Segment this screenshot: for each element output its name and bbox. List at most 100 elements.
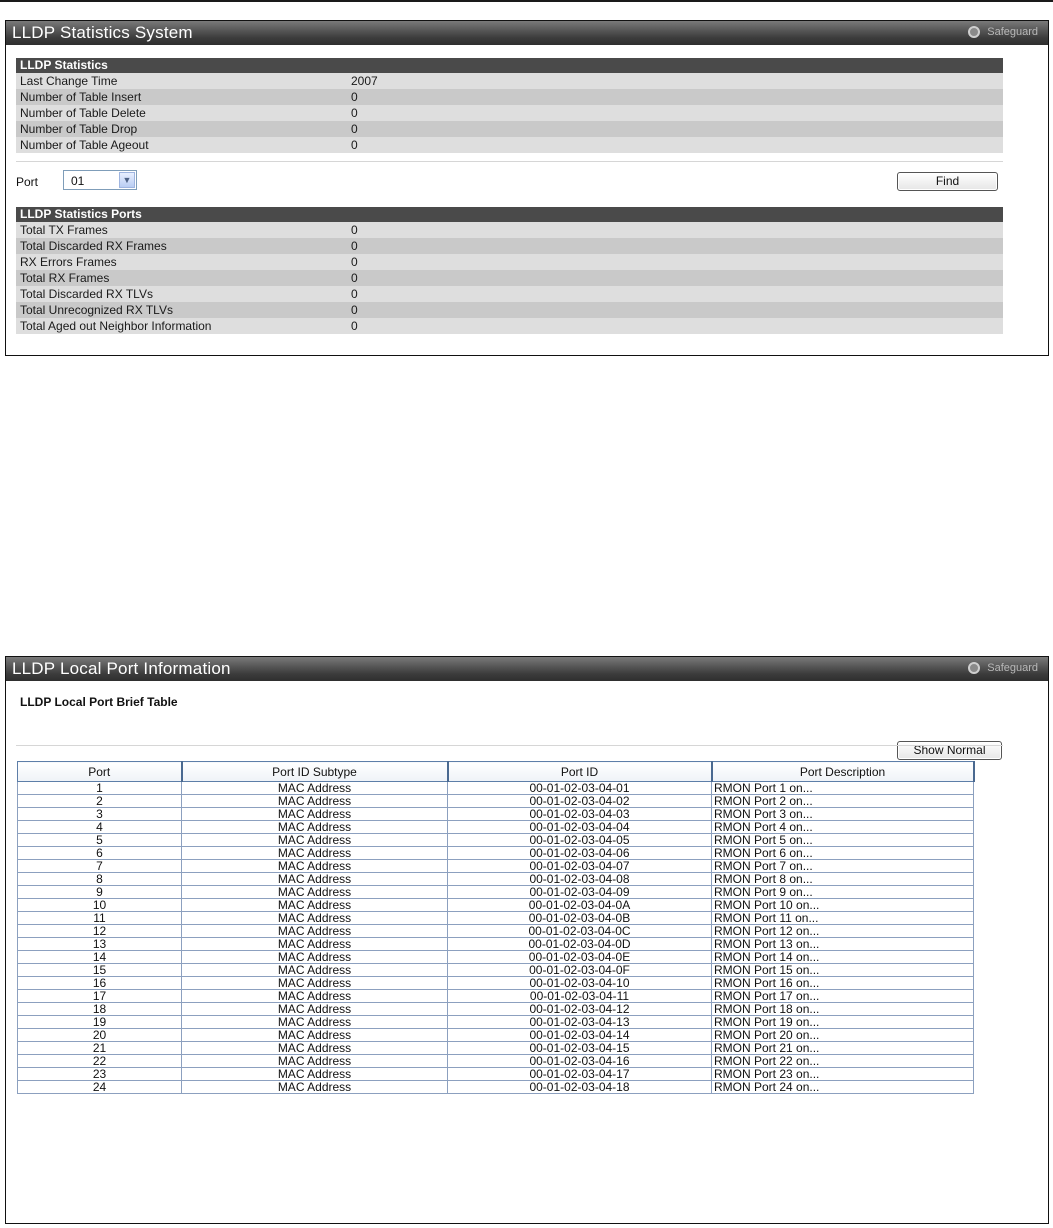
cell-port: 18 [17,1002,182,1016]
cell-port-description: RMON Port 2 on... [711,794,974,808]
cell-port-id: 00-01-02-03-04-0C [447,924,712,938]
cell-port-description: RMON Port 15 on... [711,963,974,977]
cell-port: 17 [17,989,182,1003]
cell-port-id-subtype: MAC Address [181,885,448,899]
cell-port-id: 00-01-02-03-04-12 [447,1002,712,1016]
cell-port: 10 [17,898,182,912]
lldp-statistics-header: LLDP Statistics [16,58,1003,73]
cell-port-id: 00-01-02-03-04-11 [447,989,712,1003]
port-stat-value: 0 [351,287,358,301]
table-row: 22 MAC Address 00-01-02-03-04-16 RMON Port … [17,1054,974,1068]
cell-port: 19 [17,1015,182,1029]
cell-port-id-subtype: MAC Address [181,898,448,912]
cell-port-id-subtype: MAC Address [181,937,448,951]
cell-port-description: RMON Port 18 on... [711,1002,974,1016]
safeguard-label: Safeguard [987,26,1038,38]
cell-port: 15 [17,963,182,977]
cell-port-description: RMON Port 21 on... [711,1041,974,1055]
port-stat-value: 0 [351,271,358,285]
cell-port-description: RMON Port 4 on... [711,820,974,834]
port-stat-label: Total Unrecognized RX TLVs [20,303,173,317]
port-stat-row: Total Unrecognized RX TLVs 0 [16,302,1003,318]
cell-port-id: 00-01-02-03-04-0E [447,950,712,964]
column-header-port-description[interactable]: Port Description [711,761,975,782]
local-port-brief-table: Port Port ID Subtype Port ID Port Descri… [17,761,975,1094]
cell-port: 5 [17,833,182,847]
port-stat-label: RX Errors Frames [20,255,117,269]
table-row: 5 MAC Address 00-01-02-03-04-05 RMON Port 5… [17,833,974,847]
cell-port-id: 00-01-02-03-04-07 [447,859,712,873]
safeguard-icon [968,662,981,674]
cell-port: 16 [17,976,182,990]
top-rule [0,0,1053,2]
port-stat-value: 0 [351,255,358,269]
cell-port-id-subtype: MAC Address [181,924,448,938]
cell-port-id-subtype: MAC Address [181,911,448,925]
stat-label: Number of Table Insert [20,90,142,104]
cell-port-id-subtype: MAC Address [181,794,448,808]
cell-port-id: 00-01-02-03-04-0B [447,911,712,925]
stat-value: 0 [351,122,358,136]
table-row: 24 MAC Address 00-01-02-03-04-18 RMON Port … [17,1080,974,1094]
port-select-value: 01 [71,174,85,188]
cell-port: 14 [17,950,182,964]
port-stat-label: Total Discarded RX Frames [20,239,167,253]
port-stat-value: 0 [351,239,358,253]
table-row: 19 MAC Address 00-01-02-03-04-13 RMON Port … [17,1015,974,1029]
table-row: 4 MAC Address 00-01-02-03-04-04 RMON Port 4… [17,820,974,834]
cell-port-id-subtype: MAC Address [181,846,448,860]
safeguard-indicator: Safeguard [968,26,1038,38]
panel-titlebar: LLDP Local Port Information Safeguard [6,657,1048,681]
stat-value: 0 [351,106,358,120]
cell-port-description: RMON Port 19 on... [711,1015,974,1029]
table-row: 9 MAC Address 00-01-02-03-04-09 RMON Port 9… [17,885,974,899]
cell-port-id: 00-01-02-03-04-02 [447,794,712,808]
cell-port-id: 00-01-02-03-04-0A [447,898,712,912]
cell-port-id-subtype: MAC Address [181,1002,448,1016]
cell-port: 9 [17,885,182,899]
cell-port-description: RMON Port 20 on... [711,1028,974,1042]
cell-port-id-subtype: MAC Address [181,807,448,821]
cell-port-description: RMON Port 16 on... [711,976,974,990]
cell-port-id: 00-01-02-03-04-05 [447,833,712,847]
cell-port: 23 [17,1067,182,1081]
cell-port-description: RMON Port 10 on... [711,898,974,912]
port-select[interactable]: 01 ▼ [63,170,137,190]
port-stat-row: Total RX Frames 0 [16,270,1003,286]
lldp-local-port-information-panel: LLDP Local Port Information Safeguard LL… [5,656,1049,1224]
chevron-down-icon[interactable]: ▼ [119,172,135,188]
cell-port: 6 [17,846,182,860]
column-header-port-id-subtype[interactable]: Port ID Subtype [181,761,449,782]
stat-row: Number of Table Insert 0 [16,89,1003,105]
table-row: 10 MAC Address 00-01-02-03-04-0A RMON Port … [17,898,974,912]
find-button[interactable]: Find [897,172,998,191]
cell-port-description: RMON Port 24 on... [711,1080,974,1094]
column-header-port-id[interactable]: Port ID [447,761,713,782]
cell-port-id: 00-01-02-03-04-04 [447,820,712,834]
port-stat-label: Total Discarded RX TLVs [20,287,153,301]
table-row: 21 MAC Address 00-01-02-03-04-15 RMON Port … [17,1041,974,1055]
cell-port-id-subtype: MAC Address [181,950,448,964]
port-stat-row: Total Discarded RX TLVs 0 [16,286,1003,302]
cell-port-id-subtype: MAC Address [181,1067,448,1081]
port-stat-row: Total Discarded RX Frames 0 [16,238,1003,254]
cell-port-description: RMON Port 12 on... [711,924,974,938]
column-header-port[interactable]: Port [17,761,183,782]
table-header-row: Port Port ID Subtype Port ID Port Descri… [17,761,975,782]
table-row: 17 MAC Address 00-01-02-03-04-11 RMON Port … [17,989,974,1003]
cell-port-id-subtype: MAC Address [181,1015,448,1029]
cell-port-id: 00-01-02-03-04-03 [447,807,712,821]
cell-port: 12 [17,924,182,938]
stat-row: Last Change Time 2007 [16,73,1003,89]
cell-port-description: RMON Port 5 on... [711,833,974,847]
show-normal-button[interactable]: Show Normal [897,741,1002,760]
port-stat-value: 0 [351,303,358,317]
panel-title: LLDP Local Port Information [12,659,231,678]
port-stat-label: Total TX Frames [20,223,108,237]
cell-port-id: 00-01-02-03-04-08 [447,872,712,886]
table-row: 1 MAC Address 00-01-02-03-04-01 RMON Port 1… [17,781,974,795]
cell-port-id-subtype: MAC Address [181,781,448,795]
cell-port-description: RMON Port 1 on... [711,781,974,795]
table-row: 11 MAC Address 00-01-02-03-04-0B RMON Port … [17,911,974,925]
table-row: 15 MAC Address 00-01-02-03-04-0F RMON Port … [17,963,974,977]
